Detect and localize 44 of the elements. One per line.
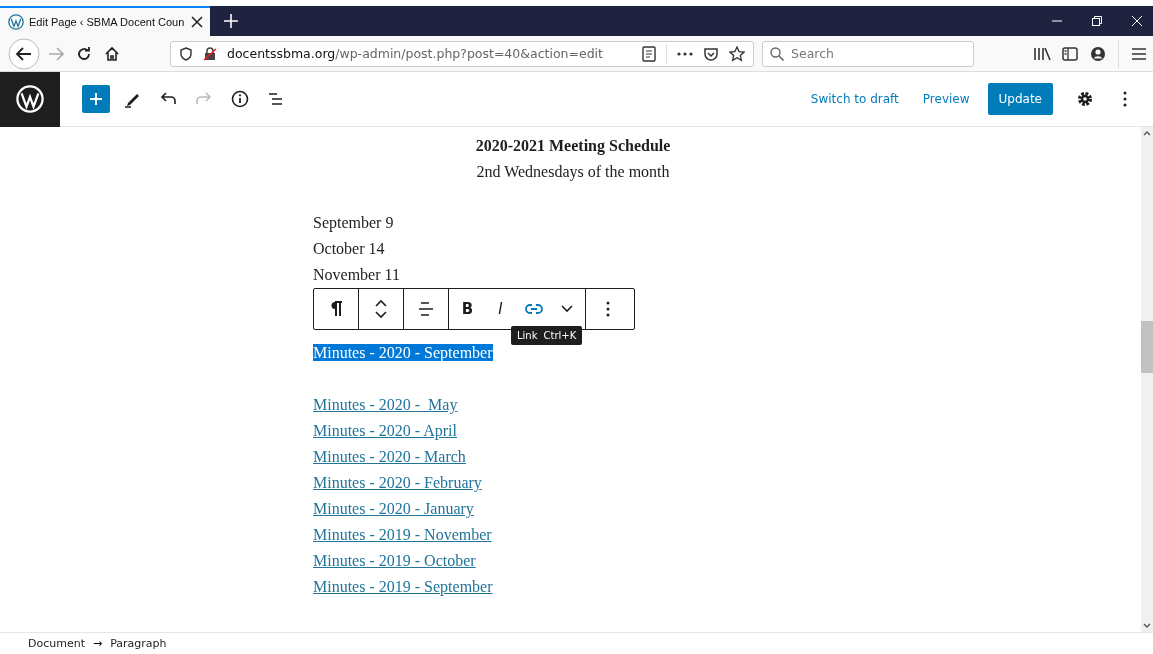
search-field[interactable]: Search xyxy=(762,40,974,67)
arrow-text: → xyxy=(93,637,103,650)
date-text: October 14 xyxy=(313,239,386,259)
browser-tab[interactable]: Edit Page ‹ SBMA Docent Coun xyxy=(0,6,210,36)
bold-button[interactable]: B xyxy=(451,289,484,329)
url-text: docentssbma.org/wp-admin/post.php?post=40&action=edit xyxy=(227,46,604,61)
minutes-link[interactable]: Minutes - 2020 - February xyxy=(313,474,482,491)
breadcrumb-item[interactable]: Paragraph xyxy=(104,635,173,652)
minutes-link[interactable]: Minutes - 2019 - November xyxy=(313,526,492,543)
minutes-link[interactable]: Minutes - 2020 - May xyxy=(313,396,458,413)
back-icon[interactable] xyxy=(8,37,40,70)
switch-to-draft-link[interactable]: Switch to draft xyxy=(800,86,909,112)
update-button[interactable]: Update xyxy=(987,83,1053,115)
date-text: September 9 xyxy=(313,213,395,234)
new-tab-icon[interactable] xyxy=(224,14,238,28)
more-icon[interactable] xyxy=(677,51,693,56)
wordpress-logo[interactable] xyxy=(0,71,60,127)
restore-icon[interactable] xyxy=(1091,15,1103,27)
italic-button[interactable]: I xyxy=(484,289,517,329)
close-icon[interactable] xyxy=(191,16,204,28)
minutes-link[interactable]: Minutes - 2020 - April xyxy=(313,422,457,439)
scrollbar-thumb[interactable] xyxy=(1141,320,1153,373)
subheading: 2nd Wednesdays of the month xyxy=(475,162,671,183)
tab-title: Edit Page ‹ SBMA Docent Coun xyxy=(29,16,185,28)
date-text: November 11 xyxy=(313,265,401,285)
crossed-lock-icon xyxy=(203,46,217,61)
preview-link[interactable]: Preview xyxy=(912,86,980,112)
minutes-link[interactable]: Minutes - 2020 - January xyxy=(313,500,474,517)
minutes-link[interactable]: Minutes - 2020 - September xyxy=(313,344,493,361)
tooltip-label: Link xyxy=(517,330,538,341)
heading: 2020-2021 Meeting Schedule xyxy=(474,136,672,157)
breadcrumb-item[interactable]: Document xyxy=(22,635,91,652)
minutes-link[interactable]: Minutes - 2019 - October xyxy=(313,552,476,569)
minutes-link[interactable]: Minutes - 2019 - September xyxy=(313,578,493,595)
reader-view-icon[interactable] xyxy=(642,45,656,62)
star-icon[interactable] xyxy=(729,45,745,62)
shield-icon xyxy=(179,46,193,61)
pocket-icon[interactable] xyxy=(703,45,719,62)
search-icon xyxy=(770,46,784,61)
wordpress-logo-icon xyxy=(8,14,24,30)
shortcut-text: Ctrl+K xyxy=(543,330,577,341)
scrollbar[interactable] xyxy=(1141,127,1153,632)
address-bar[interactable]: docentssbma.org/wp-admin/post.php?post=40&action=edit xyxy=(170,40,754,67)
minutes-link[interactable]: Minutes - 2020 - March xyxy=(313,448,466,465)
